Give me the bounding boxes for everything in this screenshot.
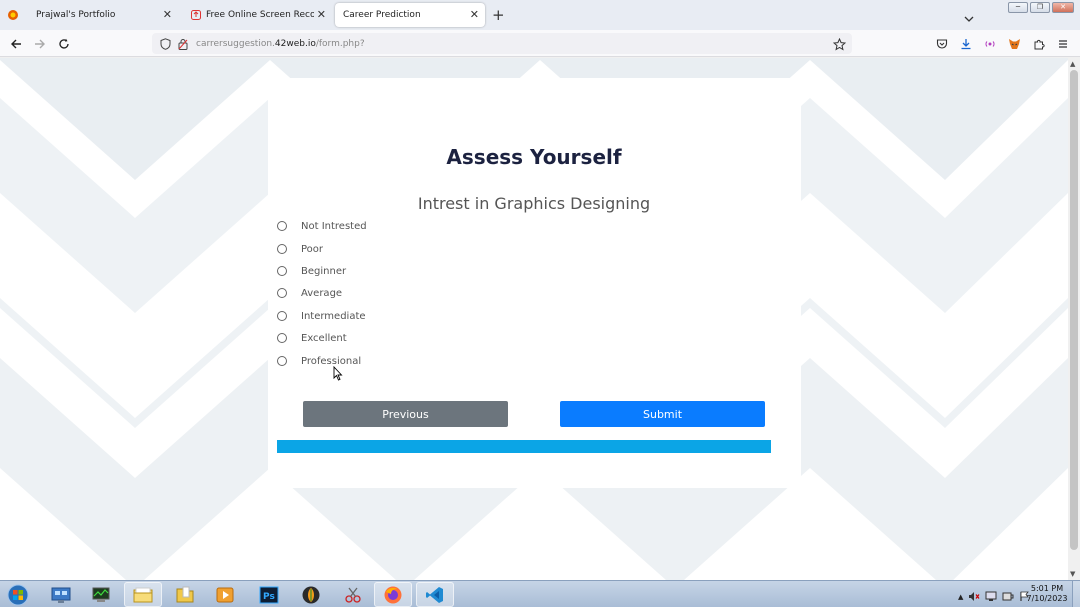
url-path: /form.php? bbox=[315, 38, 365, 49]
extensions-puzzle-icon[interactable] bbox=[1031, 36, 1047, 52]
tab-close-icon[interactable]: ✕ bbox=[317, 8, 326, 22]
firefox-taskbar-icon[interactable] bbox=[374, 582, 412, 607]
question-text: Intrest in Graphics Designing bbox=[417, 194, 651, 213]
vscode-icon[interactable] bbox=[416, 582, 454, 607]
mouse-pointer-icon bbox=[333, 365, 343, 385]
radio-button[interactable] bbox=[277, 288, 287, 298]
tab-close-icon[interactable]: ✕ bbox=[163, 8, 172, 22]
radio-button[interactable] bbox=[277, 333, 287, 343]
radio-button[interactable] bbox=[277, 221, 287, 231]
media-player-icon[interactable] bbox=[206, 582, 244, 607]
restore-button[interactable]: ❐ bbox=[1030, 2, 1050, 13]
window-controls: ─ ❐ ✕ bbox=[1008, 2, 1074, 13]
back-arrow-icon[interactable] bbox=[8, 36, 24, 52]
tray-expand-arrow-icon[interactable]: ▲ bbox=[958, 593, 963, 601]
reload-icon[interactable] bbox=[56, 36, 72, 52]
option-intermediate[interactable]: Intermediate bbox=[277, 308, 366, 324]
address-bar[interactable]: carrersuggestion.42web.io/form.php? bbox=[152, 33, 852, 54]
list-all-tabs-chevron-icon[interactable] bbox=[964, 8, 974, 27]
hamburger-menu-icon[interactable] bbox=[1055, 36, 1071, 52]
option-label: Not Intrested bbox=[301, 220, 367, 232]
option-poor[interactable]: Poor bbox=[277, 241, 323, 257]
previous-button[interactable]: Previous bbox=[303, 401, 508, 427]
option-beginner[interactable]: Beginner bbox=[277, 263, 346, 279]
fl-studio-icon[interactable] bbox=[292, 582, 330, 607]
navigation-toolbar: carrersuggestion.42web.io/form.php? bbox=[0, 30, 1080, 57]
broadcast-extension-icon[interactable] bbox=[982, 36, 998, 52]
show-desktop-button[interactable] bbox=[1072, 581, 1080, 607]
url-prefix: carrersuggestion. bbox=[196, 38, 275, 49]
progress-bar bbox=[277, 440, 771, 453]
task-manager-icon[interactable] bbox=[82, 582, 120, 607]
scrollbar-thumb[interactable] bbox=[1070, 70, 1078, 550]
radio-button[interactable] bbox=[277, 356, 287, 366]
pocket-icon[interactable] bbox=[934, 36, 950, 52]
tab-bar: Prajwal's Portfolio ✕ Free Online Screen… bbox=[0, 0, 1080, 30]
option-not-intrested[interactable]: Not Intrested bbox=[277, 218, 367, 234]
system-tray: ▲ bbox=[958, 587, 1030, 606]
start-orb-icon[interactable] bbox=[4, 583, 32, 607]
photoshop-icon[interactable]: Ps bbox=[250, 582, 288, 607]
option-label: Excellent bbox=[301, 332, 347, 344]
file-explorer-icon[interactable] bbox=[124, 582, 162, 607]
option-professional[interactable]: Professional bbox=[277, 353, 361, 369]
scroll-down-arrow-icon[interactable]: ▼ bbox=[1070, 570, 1075, 578]
svg-text:Ps: Ps bbox=[263, 592, 275, 602]
forward-arrow-icon[interactable] bbox=[32, 36, 48, 52]
folder-icon[interactable] bbox=[166, 582, 204, 607]
option-label: Intermediate bbox=[301, 310, 366, 322]
tab-portfolio[interactable]: Prajwal's Portfolio ✕ bbox=[28, 3, 178, 27]
tab-screen-recorder[interactable]: Free Online Screen Recorder & ✕ bbox=[182, 3, 332, 27]
url-host: 42web.io bbox=[274, 38, 316, 49]
radio-button[interactable] bbox=[277, 266, 287, 276]
minimize-button[interactable]: ─ bbox=[1008, 2, 1028, 13]
radio-button[interactable] bbox=[277, 244, 287, 254]
clock-date: 7/10/2023 bbox=[1026, 594, 1068, 603]
network-icon[interactable] bbox=[985, 587, 997, 606]
recorder-favicon-icon bbox=[190, 10, 201, 21]
option-label: Professional bbox=[301, 355, 362, 367]
clock-time: 5:01 PM bbox=[1030, 584, 1064, 593]
bookmark-star-icon[interactable] bbox=[832, 36, 847, 55]
windows-taskbar: Ps ▲ 5:01 PM 7/10/2023 bbox=[0, 580, 1080, 607]
snipping-tool-icon[interactable] bbox=[334, 582, 372, 607]
shield-icon[interactable] bbox=[160, 37, 172, 50]
progress-bar-fill bbox=[277, 440, 771, 453]
tab-label: Free Online Screen Recorder & bbox=[206, 10, 314, 20]
lock-icon[interactable] bbox=[178, 38, 190, 50]
radio-button[interactable] bbox=[277, 311, 287, 321]
new-tab-button[interactable]: + bbox=[492, 6, 505, 24]
firefox-view-icon[interactable] bbox=[4, 6, 22, 24]
tab-label: Career Prediction bbox=[343, 10, 421, 20]
system-clock[interactable]: 5:01 PM 7/10/2023 bbox=[1024, 584, 1070, 604]
tab-career-prediction[interactable]: Career Prediction ✕ bbox=[335, 3, 485, 27]
tab-label: Prajwal's Portfolio bbox=[36, 10, 116, 20]
close-window-button[interactable]: ✕ bbox=[1052, 2, 1074, 13]
option-excellent[interactable]: Excellent bbox=[277, 330, 347, 346]
option-label: Beginner bbox=[301, 265, 347, 277]
page-scrollbar[interactable]: ▲ ▼ bbox=[1068, 58, 1080, 580]
url-text[interactable]: carrersuggestion.42web.io/form.php? bbox=[196, 39, 365, 49]
control-panel-icon[interactable] bbox=[42, 582, 80, 607]
page-title: Assess Yourself bbox=[446, 145, 622, 169]
metamask-fox-icon[interactable] bbox=[1006, 36, 1022, 52]
power-icon[interactable] bbox=[1002, 587, 1014, 606]
option-label: Average bbox=[301, 287, 343, 299]
page-content: Assess Yourself Intrest in Graphics Desi… bbox=[0, 58, 1068, 580]
option-label: Poor bbox=[301, 243, 324, 255]
option-average[interactable]: Average bbox=[277, 285, 342, 301]
downloads-icon[interactable] bbox=[958, 36, 974, 52]
speaker-muted-icon[interactable] bbox=[968, 587, 980, 606]
submit-button[interactable]: Submit bbox=[560, 401, 765, 427]
scroll-up-arrow-icon[interactable]: ▲ bbox=[1070, 60, 1075, 68]
tab-close-icon[interactable]: ✕ bbox=[470, 8, 479, 22]
